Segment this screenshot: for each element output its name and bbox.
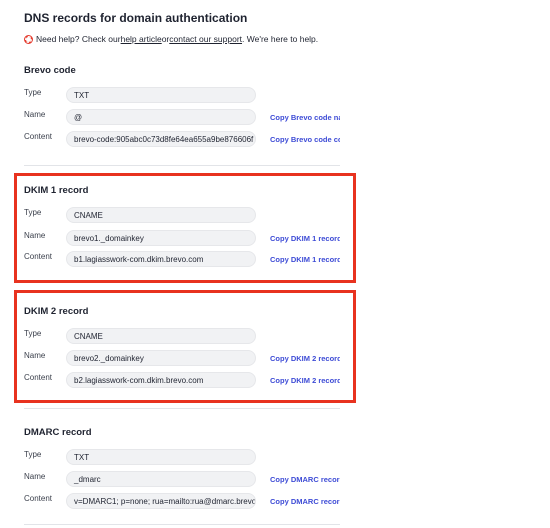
dkim1-type-label: Type [24, 208, 42, 217]
help-article-link[interactable]: help article [121, 34, 162, 44]
dkim2-content-field[interactable]: b2.lagiasswork-com.dkim.brevo.com [66, 372, 256, 388]
brevo-type-field[interactable]: TXT [66, 87, 256, 103]
dkim1-name-field[interactable]: brevo1._domainkey [66, 230, 256, 246]
dkim1-title: DKIM 1 record [24, 185, 89, 196]
brevo-content-field[interactable]: brevo-code:905abc0c73d8fe64ea655a9be8766… [66, 131, 256, 147]
dkim1-name-label: Name [24, 231, 46, 240]
dkim2-type-field[interactable]: CNAME [66, 328, 256, 344]
brevo-content-label: Content [24, 132, 53, 141]
help-prefix: Need help? Check our [36, 34, 121, 44]
copy-dkim2-content-button[interactable]: Copy DKIM 2 record content [270, 376, 340, 385]
brevo-name-label: Name [24, 110, 46, 119]
dkim1-type-field[interactable]: CNAME [66, 207, 256, 223]
copy-dkim1-name-button[interactable]: Copy DKIM 1 record name [270, 234, 340, 243]
section-divider [24, 524, 340, 525]
dmarc-type-field[interactable]: TXT [66, 449, 256, 465]
dkim1-content-field[interactable]: b1.lagiasswork-com.dkim.brevo.com [66, 251, 256, 267]
copy-dmarc-content-button[interactable]: Copy DMARC record content [270, 497, 340, 506]
dkim2-title: DKIM 2 record [24, 306, 89, 317]
dmarc-type-label: Type [24, 450, 42, 459]
page-title: DNS records for domain authentication [24, 11, 248, 25]
contact-support-link[interactable]: contact our support [169, 34, 242, 44]
brevo-name-field[interactable]: @ [66, 109, 256, 125]
copy-dkim2-name-button[interactable]: Copy DKIM 2 record name [270, 354, 340, 363]
dmarc-content-label: Content [24, 494, 53, 503]
copy-brevo-content-button[interactable]: Copy Brevo code content [270, 135, 340, 144]
help-line: Need help? Check our help article or con… [24, 34, 318, 44]
section-divider [24, 408, 340, 409]
dmarc-content-field[interactable]: v=DMARC1; p=none; rua=mailto:rua@dmarc.b… [66, 493, 256, 509]
section-divider [24, 165, 340, 166]
copy-dmarc-name-button[interactable]: Copy DMARC record name [270, 475, 340, 484]
dkim2-name-field[interactable]: brevo2._domainkey [66, 350, 256, 366]
dkim2-content-label: Content [24, 373, 53, 382]
help-suffix: . We're here to help. [242, 34, 319, 44]
brevo-type-label: Type [24, 88, 42, 97]
dkim1-content-label: Content [24, 252, 53, 261]
lifebuoy-icon [24, 34, 33, 44]
dmarc-title: DMARC record [24, 427, 92, 438]
copy-brevo-name-button[interactable]: Copy Brevo code name [270, 113, 340, 122]
copy-dkim1-content-button[interactable]: Copy DKIM 1 record content [270, 255, 340, 264]
help-or: or [161, 34, 170, 44]
dmarc-name-label: Name [24, 472, 46, 481]
dmarc-name-field[interactable]: _dmarc [66, 471, 256, 487]
brevo-code-title: Brevo code [24, 65, 76, 76]
dkim2-type-label: Type [24, 329, 42, 338]
dkim2-name-label: Name [24, 351, 46, 360]
